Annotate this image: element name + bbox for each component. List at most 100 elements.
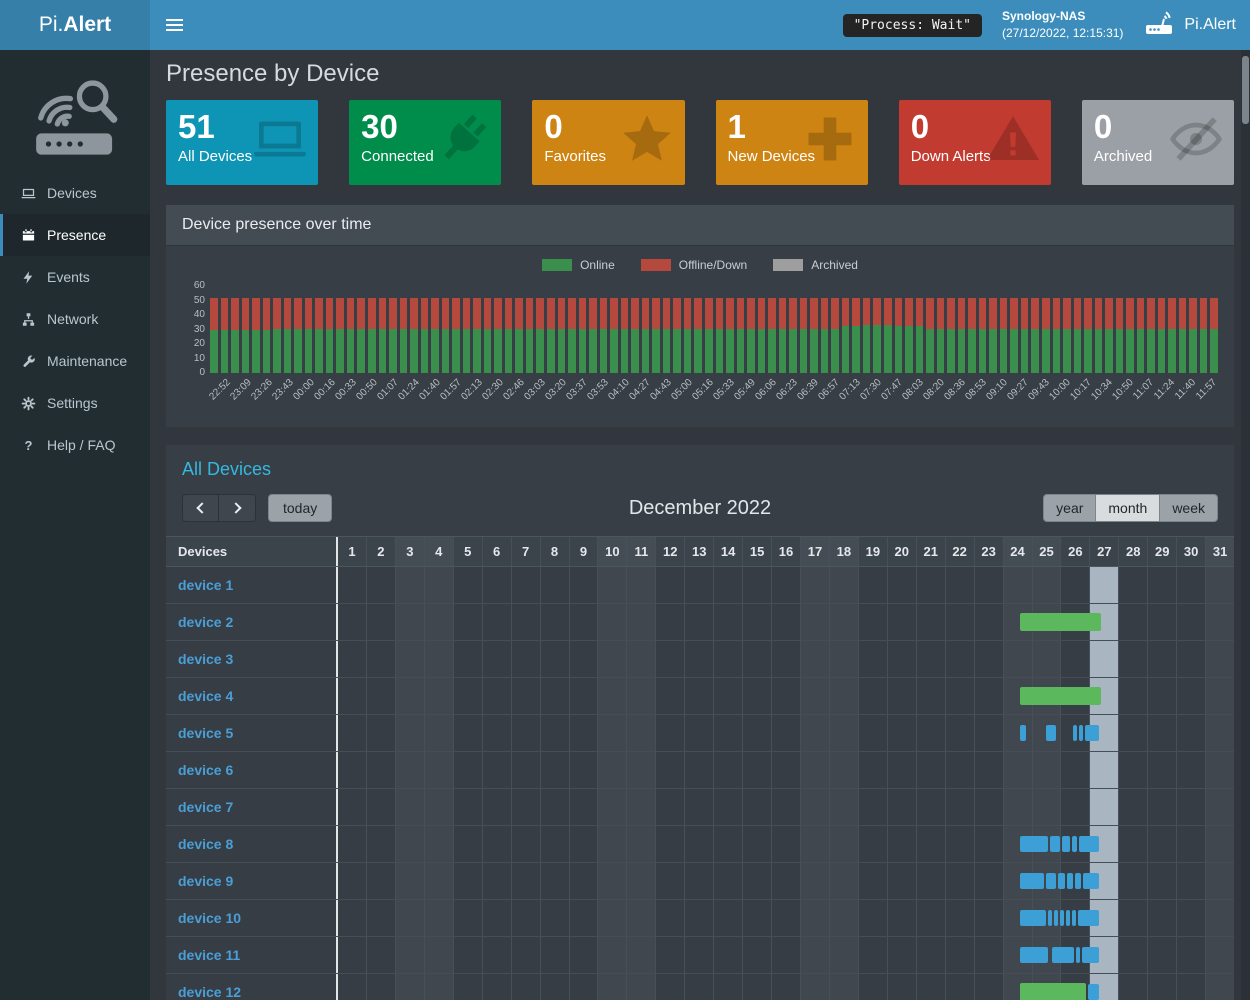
device-name-cell: device 6	[166, 752, 338, 788]
view-year-button[interactable]: year	[1043, 494, 1096, 522]
device-link[interactable]: device 7	[178, 799, 233, 815]
presence-segment[interactable]	[1020, 947, 1048, 963]
sidebar-item-presence[interactable]: Presence	[0, 214, 150, 256]
stat-card-favorites[interactable]: 0 Favorites	[532, 100, 684, 185]
day-cell	[916, 789, 945, 825]
presence-segment[interactable]	[1085, 725, 1098, 741]
device-link[interactable]: device 9	[178, 873, 233, 889]
device-link[interactable]: device 2	[178, 614, 233, 630]
stat-card-connected[interactable]: 30 Connected	[349, 100, 501, 185]
day-cell	[540, 974, 569, 1000]
day-cell	[858, 863, 887, 899]
presence-segment[interactable]	[1046, 725, 1056, 741]
presence-segment[interactable]	[1020, 725, 1026, 741]
scrollbar-thumb[interactable]	[1242, 56, 1249, 124]
day-cell	[1176, 974, 1205, 1000]
presence-segment[interactable]	[1020, 687, 1101, 705]
device-link[interactable]: device 12	[178, 984, 241, 1000]
sidebar-item-events[interactable]: Events	[0, 256, 150, 298]
next-month-button[interactable]	[219, 494, 256, 522]
presence-segment[interactable]	[1020, 910, 1046, 926]
sidebar-item-network[interactable]: Network	[0, 298, 150, 340]
presence-segment[interactable]	[1020, 873, 1044, 889]
day-cell	[1089, 567, 1118, 603]
view-week-button[interactable]: week	[1160, 494, 1218, 522]
stat-card-down-alerts[interactable]: 0 Down Alerts	[899, 100, 1051, 185]
presence-segment[interactable]	[1088, 984, 1098, 1000]
stat-card-all-devices[interactable]: 51 All Devices	[166, 100, 318, 185]
presence-segment[interactable]	[1066, 910, 1070, 926]
sidebar-item-settings[interactable]: Settings	[0, 382, 150, 424]
presence-segment[interactable]	[1020, 836, 1048, 852]
day-cell	[1147, 567, 1176, 603]
view-month-button[interactable]: month	[1096, 494, 1160, 522]
x-tick: 05:33	[714, 373, 735, 419]
sidebar-item-devices[interactable]: Devices	[0, 172, 150, 214]
device-link[interactable]: device 3	[178, 651, 233, 667]
device-link[interactable]: device 10	[178, 910, 241, 926]
stat-card-archived[interactable]: 0 Archived	[1082, 100, 1234, 185]
presence-segment[interactable]	[1073, 725, 1077, 741]
device-link[interactable]: device 4	[178, 688, 233, 704]
day-cell	[655, 715, 684, 751]
prev-month-button[interactable]	[182, 494, 219, 522]
presence-bar	[284, 285, 292, 373]
presence-segment[interactable]	[1020, 983, 1086, 1000]
sidebar-item-help-faq[interactable]: ?Help / FAQ	[0, 424, 150, 466]
presence-segment[interactable]	[1054, 910, 1058, 926]
today-button[interactable]: today	[268, 494, 332, 522]
device-link[interactable]: device 6	[178, 762, 233, 778]
day-cell	[626, 789, 655, 825]
calendar-icon	[20, 228, 37, 243]
presence-segment[interactable]	[1046, 873, 1056, 889]
device-link[interactable]: device 11	[178, 947, 240, 963]
presence-bar	[673, 285, 681, 373]
x-tick: 09:43	[1029, 373, 1050, 419]
device-link[interactable]: device 5	[178, 725, 233, 741]
presence-segment[interactable]	[1082, 947, 1098, 963]
day-cell	[684, 974, 713, 1000]
presence-segment[interactable]	[1060, 910, 1064, 926]
presence-segment[interactable]	[1079, 836, 1098, 852]
device-link[interactable]: device 8	[178, 836, 233, 852]
presence-segment[interactable]	[1067, 873, 1073, 889]
day-cell	[1089, 641, 1118, 677]
presence-segment[interactable]	[1072, 910, 1076, 926]
presence-segment[interactable]	[1020, 613, 1101, 631]
y-tick-label: 20	[182, 338, 205, 349]
day-cell	[1118, 863, 1147, 899]
day-cell	[1147, 937, 1176, 973]
day-cell	[684, 900, 713, 936]
presence-segment[interactable]	[1078, 910, 1099, 926]
day-cell	[395, 974, 424, 1000]
app-logo[interactable]: Pi.Alert	[0, 0, 150, 50]
hamburger-menu-icon[interactable]	[166, 16, 183, 34]
top-navbar: Pi.Alert "Process: Wait" Synology-NAS (2…	[0, 0, 1250, 50]
presence-chart-panel: Device presence over time OnlineOffline/…	[166, 205, 1234, 427]
sidebar-item-maintenance[interactable]: Maintenance	[0, 340, 150, 382]
day-cell	[916, 715, 945, 751]
presence-segment[interactable]	[1075, 873, 1081, 889]
day-cell	[1060, 567, 1089, 603]
presence-segment[interactable]	[1079, 725, 1083, 741]
presence-segment[interactable]	[1072, 836, 1077, 852]
presence-segment[interactable]	[1048, 910, 1052, 926]
device-name-cell: device 8	[166, 826, 338, 862]
presence-segment[interactable]	[1076, 947, 1080, 963]
x-tick-label: 10:50	[1110, 377, 1135, 402]
calendar-toolbar: today December 2022 year month week	[166, 484, 1234, 536]
device-link[interactable]: device 1	[178, 577, 233, 593]
device-row-device-10: device 10	[166, 900, 1234, 937]
presence-segment[interactable]	[1052, 947, 1074, 963]
presence-segment[interactable]	[1062, 836, 1070, 852]
y-tick-label: 50	[182, 295, 205, 306]
day-cell	[1118, 974, 1147, 1000]
presence-bar	[926, 285, 934, 373]
presence-segment[interactable]	[1083, 873, 1098, 889]
day-cell	[858, 752, 887, 788]
day-cell	[916, 937, 945, 973]
day-cell	[1032, 567, 1061, 603]
presence-segment[interactable]	[1050, 836, 1060, 852]
stat-card-new-devices[interactable]: 1 New Devices	[716, 100, 868, 185]
presence-segment[interactable]	[1058, 873, 1065, 889]
